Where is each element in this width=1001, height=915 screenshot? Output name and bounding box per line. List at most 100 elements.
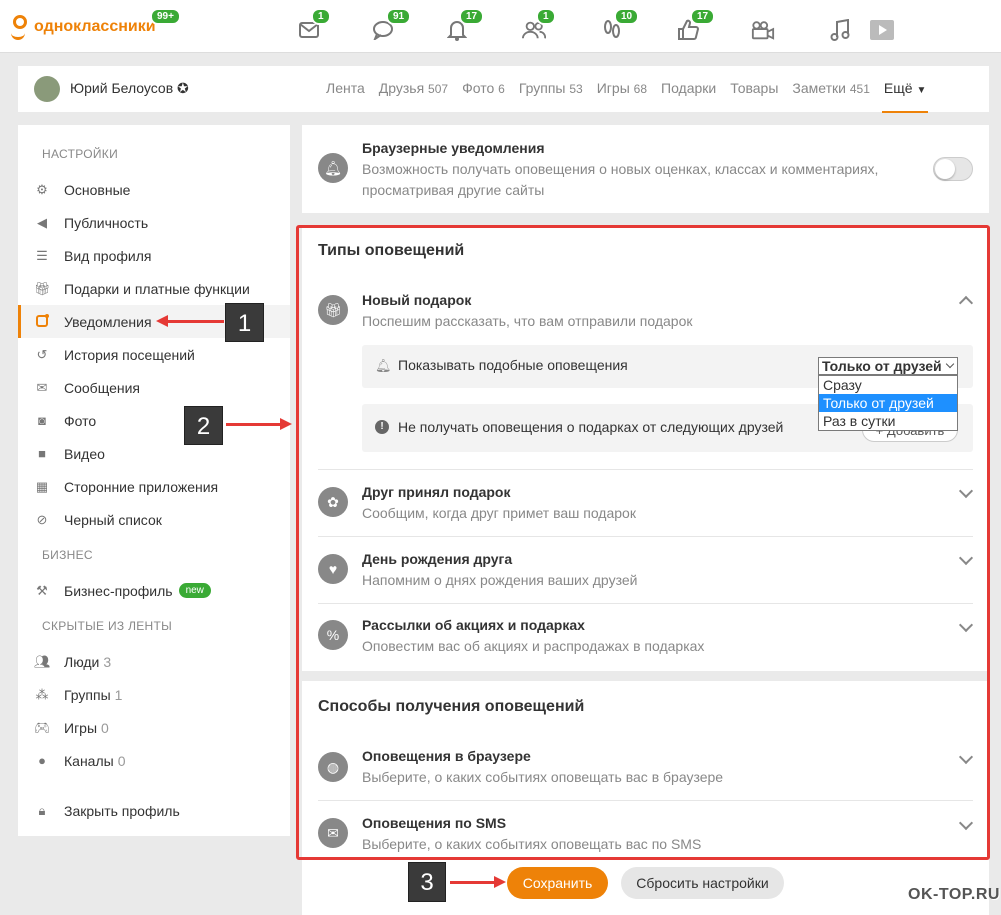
sidebar-item-messages[interactable]: ✉ Сообщения bbox=[18, 371, 290, 404]
friends-count: 1 bbox=[536, 8, 556, 25]
tab-label: Товары bbox=[730, 80, 779, 96]
tab-gifts[interactable]: Подарки bbox=[661, 80, 716, 96]
reset-settings-button[interactable]: Сбросить настройки bbox=[621, 867, 784, 899]
gamepad-icon: 🎮︎ bbox=[34, 719, 51, 735]
history-icon: ↺ bbox=[36, 346, 48, 362]
video-icon: ■ bbox=[38, 446, 46, 461]
blacklist-icon: ⊘ bbox=[36, 511, 48, 527]
browser-notif-desc-1: Возможность получать оповещения о новых … bbox=[362, 161, 879, 177]
sidebar-item-groups[interactable]: ⁂ Группы 1 bbox=[18, 678, 290, 711]
tab-label: Заметки bbox=[792, 80, 846, 96]
sidebar-item-blacklist[interactable]: ⊘ Черный список bbox=[18, 503, 290, 536]
sidebar-item-apps[interactable]: ▦ Сторонние приложения bbox=[18, 470, 290, 503]
annotation-arrow-3 bbox=[450, 876, 506, 888]
sidebar-item-channels[interactable]: ● Каналы 0 bbox=[18, 744, 290, 777]
tab-games[interactable]: Игры 68 bbox=[597, 80, 647, 96]
avatar[interactable] bbox=[34, 76, 60, 102]
profile-tabs: Лента Друзья 507 Фото 6 Группы 53 Игры 6… bbox=[326, 80, 940, 113]
tab-notes[interactable]: Заметки 451 bbox=[792, 80, 869, 96]
camera-icon: ◙ bbox=[38, 413, 46, 428]
save-button[interactable]: Сохранить bbox=[507, 867, 608, 899]
caret-down-icon: ▼ bbox=[916, 85, 927, 96]
profile-view-icon: ☰ bbox=[36, 247, 48, 263]
nav-music[interactable] bbox=[820, 8, 860, 48]
nav-video[interactable] bbox=[743, 8, 783, 48]
gift-icon: 🎁︎ bbox=[34, 280, 51, 296]
nav-discussions[interactable]: 91 bbox=[364, 8, 412, 48]
highlight-box bbox=[296, 225, 990, 860]
sidebar-item-label: Вид профиля bbox=[64, 247, 152, 264]
video-camera-icon bbox=[751, 18, 775, 42]
tab-label: Ещё bbox=[883, 80, 913, 96]
bell-icon: 🔔︎ bbox=[318, 153, 348, 183]
sidebar-item-label: Закрыть профиль bbox=[64, 802, 180, 819]
logo[interactable]: одноклассники bbox=[8, 14, 156, 40]
groups-icon: ⁂ bbox=[35, 686, 49, 702]
browser-notif-title: Браузерные уведомления bbox=[362, 140, 545, 156]
nav-guests[interactable]: 10 bbox=[592, 8, 640, 48]
notifications-count: 17 bbox=[459, 8, 485, 25]
sidebar-item-photo[interactable]: ◙ Фото bbox=[18, 404, 290, 437]
tab-more[interactable]: Ещё ▼ bbox=[881, 80, 929, 113]
sidebar-item-profile-view[interactable]: ☰ Вид профиля bbox=[18, 239, 290, 272]
sidebar-item-label: Бизнес-профиль bbox=[64, 582, 173, 599]
sidebar-item-label: Каналы bbox=[64, 752, 114, 769]
sidebar-item-label: Публичность bbox=[64, 214, 149, 231]
sidebar-item-gifts[interactable]: 🎁︎ Подарки и платные функции bbox=[18, 272, 290, 305]
tab-label: Игры bbox=[596, 80, 630, 96]
sidebar-item-main[interactable]: ⚙ Основные bbox=[18, 173, 290, 206]
logo-text: одноклассники bbox=[34, 18, 156, 35]
logo-badge: 99+ bbox=[150, 8, 181, 25]
guests-count: 10 bbox=[614, 8, 640, 25]
sidebar-item-label: Подарки и платные функции bbox=[64, 280, 250, 297]
nav-play[interactable] bbox=[862, 8, 902, 48]
browser-notifications-panel: 🔔︎ Браузерные уведомления Возможность по… bbox=[302, 125, 989, 213]
tab-friends[interactable]: Друзья 507 bbox=[379, 80, 448, 96]
annotation-number-1: 1 bbox=[225, 303, 264, 342]
sidebar-item-people[interactable]: 👥︎ Люди 3 bbox=[18, 645, 290, 678]
nav-friends[interactable]: 1 bbox=[514, 8, 556, 48]
tab-goods[interactable]: Товары bbox=[730, 80, 778, 96]
tab-feed[interactable]: Лента bbox=[326, 80, 365, 96]
ok-logo-icon bbox=[8, 14, 30, 40]
new-badge: new bbox=[178, 583, 211, 598]
messages-count: 1 bbox=[311, 8, 331, 25]
hidden-heading: СКРЫТЫЕ ИЗ ЛЕНТЫ bbox=[42, 619, 173, 633]
business-heading: БИЗНЕС bbox=[42, 548, 93, 562]
music-icon bbox=[828, 18, 852, 42]
business-icon: ⚒ bbox=[36, 582, 48, 598]
profile-name[interactable]: Юрий Белоусов ✪ bbox=[70, 80, 189, 97]
tab-count: 68 bbox=[633, 82, 648, 96]
sidebar-item-label: Видео bbox=[64, 445, 105, 462]
notification-icon bbox=[34, 313, 50, 330]
sidebar-item-count: 0 bbox=[101, 719, 109, 736]
top-header: одноклассники 99+ 1 91 17 1 10 17 bbox=[0, 0, 1001, 53]
sidebar-item-label: Люди bbox=[64, 653, 100, 670]
tab-photos[interactable]: Фото 6 bbox=[462, 80, 505, 96]
sidebar-item-label: Черный список bbox=[64, 511, 162, 528]
apps-icon: ▦ bbox=[35, 478, 49, 494]
tab-label: Друзья bbox=[378, 80, 425, 96]
tab-count: 6 bbox=[498, 82, 505, 96]
sidebar-item-label: Уведомления bbox=[64, 313, 152, 330]
tab-count: 507 bbox=[428, 82, 449, 96]
nav-marks[interactable]: 17 bbox=[668, 8, 716, 48]
marks-count: 17 bbox=[690, 8, 716, 25]
tab-groups[interactable]: Группы 53 bbox=[519, 80, 583, 96]
tab-label: Подарки bbox=[661, 80, 717, 96]
annotation-number-3: 3 bbox=[408, 862, 446, 902]
settings-sidebar: НАСТРОЙКИ ⚙ Основные ◀ Публичность ☰ Вид пр… bbox=[18, 125, 290, 836]
annotation-arrow-2 bbox=[226, 418, 292, 430]
sidebar-item-business[interactable]: ⚒ Бизнес-профиль new bbox=[18, 574, 290, 607]
nav-notifications[interactable]: 17 bbox=[437, 8, 485, 48]
sidebar-item-label: История посещений bbox=[64, 346, 195, 363]
sidebar-item-games[interactable]: 🎮︎ Игры 0 bbox=[18, 711, 290, 744]
nav-messages[interactable]: 1 bbox=[289, 8, 331, 48]
sidebar-item-video[interactable]: ■ Видео bbox=[18, 437, 290, 470]
browser-notif-toggle[interactable] bbox=[933, 157, 973, 181]
sidebar-item-close-profile[interactable]: 🔒︎ Закрыть профиль bbox=[18, 794, 290, 827]
sidebar-item-publicity[interactable]: ◀ Публичность bbox=[18, 206, 290, 239]
sidebar-item-count: 0 bbox=[117, 752, 126, 769]
section-gap bbox=[302, 213, 989, 225]
play-icon bbox=[870, 18, 894, 42]
